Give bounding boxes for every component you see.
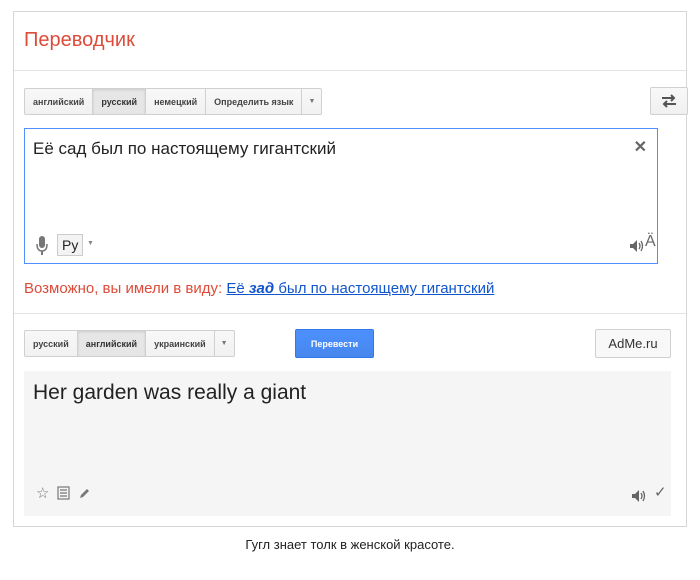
divider (14, 313, 686, 314)
chevron-down-icon: ▼ (308, 98, 316, 105)
translator-window: Переводчик английский русский немецкий О… (13, 11, 688, 527)
source-text[interactable]: Её сад был по настоящему гигантский (33, 139, 336, 159)
suggestion-link-bold: зад (248, 280, 275, 297)
translation-result: Her garden was really a giant ☆ ✓ (24, 371, 671, 516)
star-icon[interactable]: ☆ (36, 484, 49, 502)
source-language-bar: английский русский немецкий Определить я… (24, 88, 323, 115)
translate-button[interactable]: Перевести (295, 329, 374, 358)
source-lang-dropdown[interactable]: ▼ (302, 88, 323, 115)
speaker-icon[interactable] (631, 489, 647, 503)
checkmark-icon[interactable]: ✓ (654, 483, 667, 501)
page-title: Переводчик (24, 29, 135, 51)
result-toolbar: ☆ (36, 484, 91, 502)
suggestion-link[interactable]: Её зад был по настоящему гигантский (226, 280, 494, 297)
chevron-down-icon: ▼ (220, 340, 228, 347)
chevron-down-icon[interactable]: ▼ (87, 240, 94, 247)
swap-languages-button[interactable] (650, 87, 688, 115)
swap-icon (662, 94, 676, 108)
pencil-icon[interactable] (78, 487, 91, 500)
source-lang-russian[interactable]: русский (93, 88, 147, 115)
suggestion-link-start: Её (226, 280, 249, 297)
suggestion-link-end: был по настоящему гигантский (274, 280, 495, 297)
target-language-bar: русский английский украинский ▼ (24, 330, 235, 357)
speaker-icon[interactable] (629, 239, 645, 253)
target-lang-english[interactable]: английский (77, 330, 147, 357)
clear-text-icon[interactable]: ✕ (634, 137, 647, 157)
keyboard-icon[interactable]: Ä (645, 233, 656, 251)
source-lang-german[interactable]: немецкий (146, 88, 207, 115)
list-icon[interactable] (57, 486, 71, 500)
source-lang-detect[interactable]: Определить язык (206, 88, 303, 115)
target-lang-ukrainian[interactable]: украинский (146, 330, 215, 357)
target-lang-russian[interactable]: русский (24, 330, 78, 357)
suggestion-prefix: Возможно, вы имели в виду: (24, 280, 223, 297)
result-text: Her garden was really a giant (33, 381, 307, 404)
did-you-mean: Возможно, вы имели в виду: Её зад был по… (24, 280, 494, 297)
divider (14, 70, 686, 71)
target-lang-dropdown[interactable]: ▼ (214, 330, 235, 357)
image-caption: Гугл знает толк в женской красоте. (245, 537, 455, 552)
microphone-icon[interactable] (35, 235, 49, 257)
source-text-input[interactable]: Её сад был по настоящему гигантский ✕ Ру… (24, 128, 658, 264)
input-language-chip[interactable]: Ру (57, 234, 84, 256)
source-lang-english[interactable]: английский (24, 88, 94, 115)
adme-watermark: AdMe.ru (595, 329, 671, 358)
